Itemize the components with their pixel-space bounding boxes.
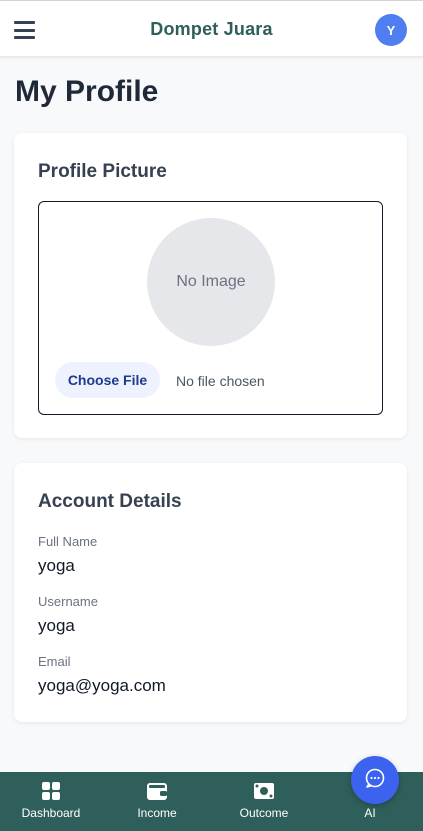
full-name-value: yoga <box>38 556 75 575</box>
email-value: yoga@yoga.com <box>38 676 166 695</box>
user-avatar[interactable]: Y <box>375 14 407 46</box>
nav-label-income: Income <box>137 806 177 820</box>
username-value: yoga <box>38 616 75 635</box>
nav-item-outcome[interactable]: Outcome <box>214 772 314 831</box>
wallet-icon <box>146 780 168 802</box>
choose-file-button[interactable]: Choose File <box>55 362 160 398</box>
cash-icon <box>253 780 275 802</box>
ai-chat-button[interactable] <box>351 756 399 804</box>
nav-item-dashboard[interactable]: Dashboard <box>1 772 101 831</box>
profile-picture-card: Profile Picture No Image Choose File No … <box>14 133 407 438</box>
app-title: Dompet Juara <box>150 19 273 39</box>
account-details-title: Account Details <box>38 491 182 512</box>
profile-picture-title: Profile Picture <box>38 161 167 182</box>
profile-image-placeholder: No Image <box>147 218 275 346</box>
grid-icon <box>41 780 61 802</box>
top-app-bar: Dompet Juara Y <box>0 0 423 57</box>
profile-picture-upload-box: No Image Choose File No file chosen <box>38 201 383 415</box>
full-name-label: Full Name <box>38 534 98 549</box>
nav-label-outcome: Outcome <box>239 806 289 820</box>
username-label: Username <box>38 594 98 609</box>
nav-label-ai: AI <box>364 806 376 820</box>
account-details-card: Account Details Full Name yoga Username … <box>14 463 407 722</box>
email-label: Email <box>38 654 71 669</box>
file-status-text: No file chosen <box>176 373 265 389</box>
page-title: My Profile <box>15 75 159 108</box>
chat-bubble-icon <box>364 767 386 794</box>
nav-label-dashboard: Dashboard <box>21 806 81 820</box>
nav-item-income[interactable]: Income <box>107 772 207 831</box>
